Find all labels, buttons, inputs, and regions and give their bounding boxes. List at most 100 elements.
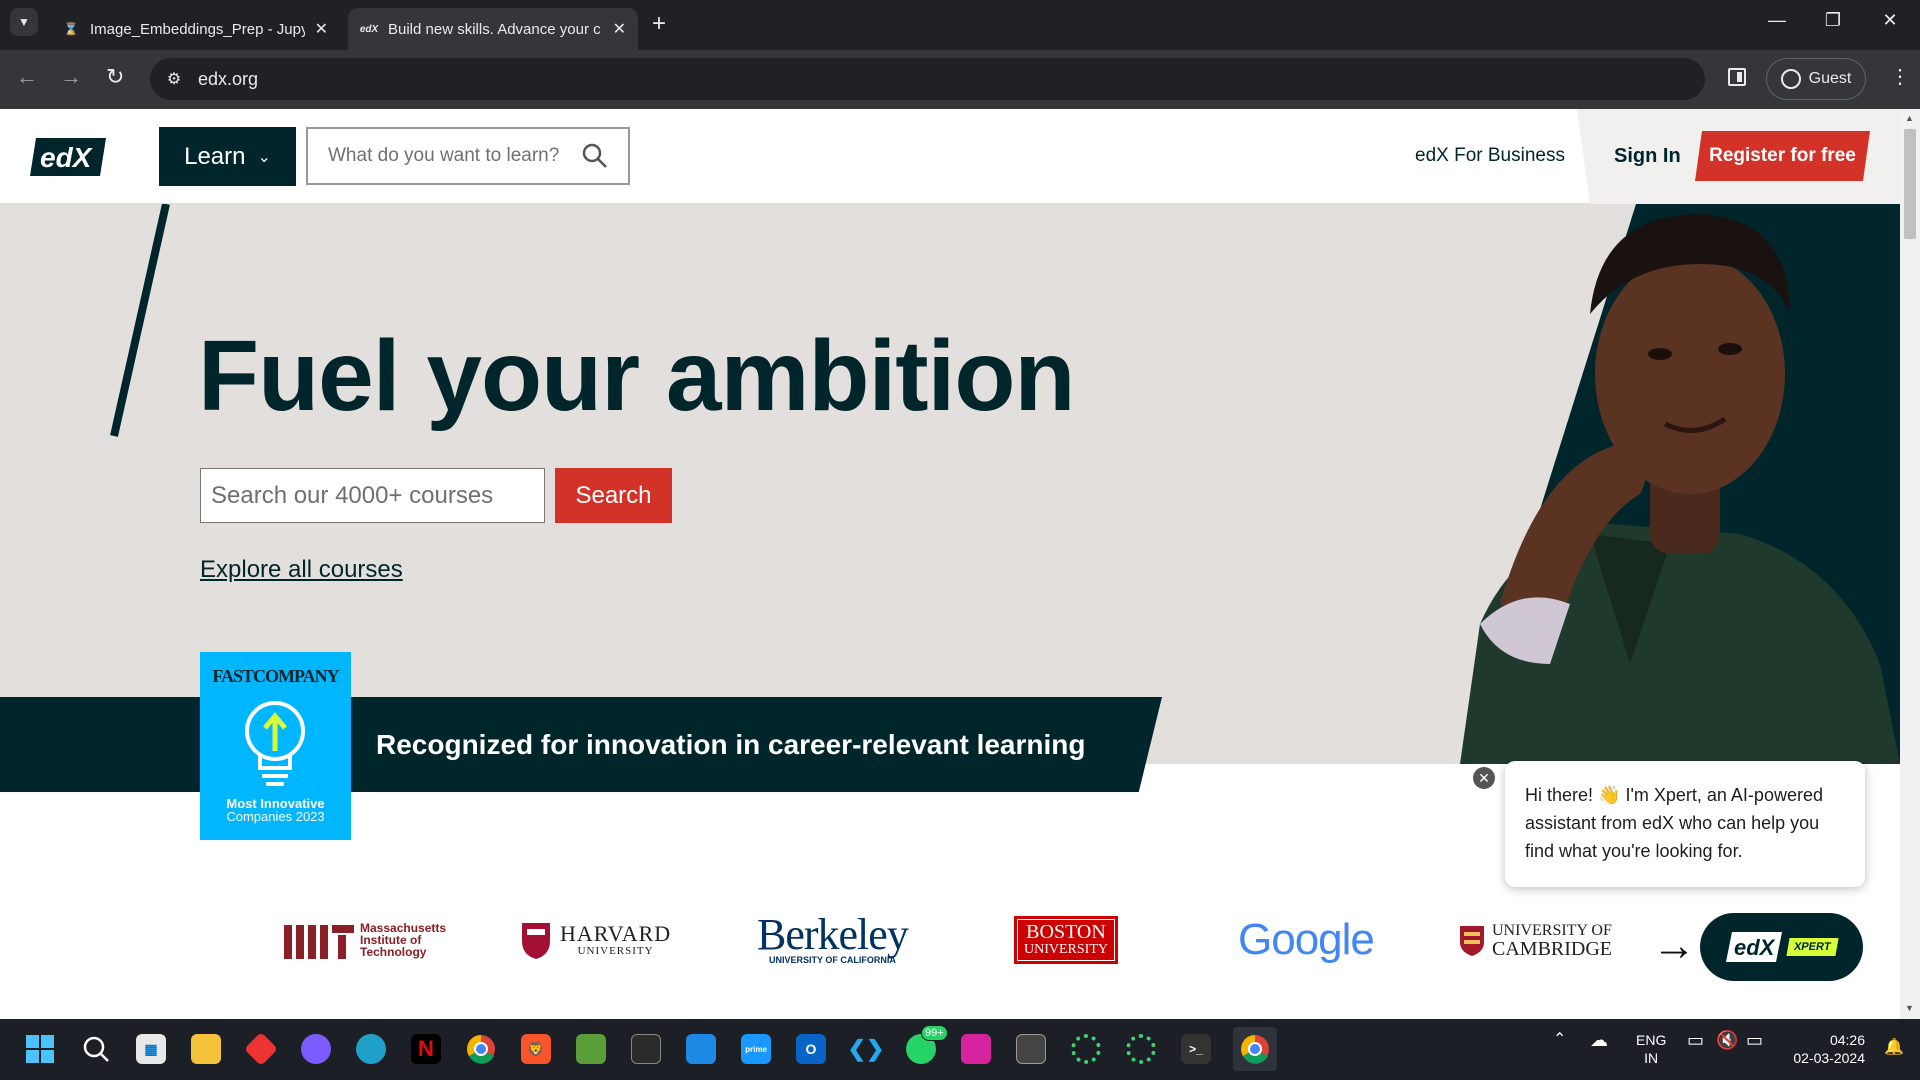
search-icon[interactable] — [582, 143, 608, 169]
restore-button[interactable]: ❐ — [1810, 10, 1856, 31]
hero-search-input[interactable]: Search our 4000+ courses — [200, 468, 545, 523]
site-header: edX Learn ⌄ What do you want to learn? e… — [0, 109, 1900, 204]
close-window-button[interactable]: ✕ — [1867, 10, 1913, 31]
clock[interactable]: 04:26 02-03-2024 — [1785, 1031, 1865, 1067]
arrow-right-icon: → — [1652, 921, 1696, 970]
web-page: Fuel your ambition Search our 4000+ cour… — [0, 109, 1900, 1019]
terminal2-icon[interactable]: >_ — [1178, 1031, 1214, 1067]
mit-logo[interactable]: Massachusetts Institute of Technology — [284, 910, 446, 970]
explore-all-courses-link[interactable]: Explore all courses — [200, 556, 403, 584]
tray-chevron-icon[interactable]: ⌃ — [1553, 1031, 1566, 1049]
chat-close-button[interactable]: ✕ — [1473, 767, 1495, 789]
learn-menu-button[interactable]: Learn ⌄ — [159, 127, 296, 186]
scroll-up-icon[interactable]: ▲ — [1905, 113, 1914, 123]
lang-line1: ENG — [1636, 1032, 1667, 1048]
more-menu-icon[interactable]: ⋮ — [1890, 64, 1910, 89]
profile-button[interactable]: Guest — [1766, 58, 1866, 100]
reload-button[interactable]: ↻ — [106, 64, 124, 90]
whatsapp-icon[interactable]: 99+ — [903, 1025, 948, 1067]
volume-muted-icon[interactable]: 🔇 — [1716, 1031, 1738, 1049]
edx-for-business-link[interactable]: edX For Business — [1415, 145, 1565, 167]
logo-text: edX — [40, 142, 94, 173]
berkeley-logo[interactable]: Berkeley UNIVERSITY OF CALIFORNIA — [757, 910, 909, 970]
xpert-chat-button[interactable]: edX XPERT — [1700, 913, 1863, 981]
hero-slash-decoration — [110, 203, 170, 437]
register-button[interactable]: Register for free — [1695, 131, 1870, 181]
tab-search-button[interactable]: ▼ — [10, 8, 38, 36]
battery-icon[interactable]: ▭ — [1746, 1031, 1763, 1049]
sign-in-link[interactable]: Sign In — [1614, 145, 1681, 168]
edge-icon[interactable] — [353, 1031, 389, 1067]
cambridge-logo[interactable]: UNIVERSITY OF CAMBRIDGE — [1458, 910, 1612, 970]
cambridge-sub: CAMBRIDGE — [1492, 938, 1613, 960]
brave-icon[interactable]: 🦁 — [518, 1031, 554, 1067]
search-icon[interactable] — [78, 1031, 114, 1067]
chevron-down-icon: ⌄ — [257, 148, 271, 166]
vscode-icon[interactable]: ❮❯ — [848, 1031, 884, 1067]
header-search-input[interactable]: What do you want to learn? — [306, 127, 630, 185]
tab-title: Build new skills. Advance your c — [388, 20, 601, 38]
netflix-icon[interactable]: N — [408, 1031, 444, 1067]
prime-video-icon[interactable]: prime — [738, 1031, 774, 1067]
bu-name: BOSTON — [1026, 921, 1106, 943]
instagram-icon[interactable] — [958, 1031, 994, 1067]
app-ring2-icon[interactable] — [1123, 1031, 1159, 1067]
back-button[interactable]: ← — [16, 64, 38, 90]
edx-logo-icon: edX — [1726, 932, 1783, 962]
close-icon[interactable]: ✕ — [613, 19, 626, 39]
start-icon[interactable] — [22, 1031, 58, 1067]
header-search-placeholder: What do you want to learn? — [328, 145, 560, 166]
outlook-icon[interactable]: O — [793, 1031, 829, 1067]
new-tab-button[interactable]: + — [652, 10, 666, 38]
hero-person-image — [1440, 204, 1900, 764]
store-icon[interactable]: ▦ — [133, 1031, 169, 1067]
tab-edx[interactable]: edX Build new skills. Advance your c ✕ — [348, 8, 638, 50]
language-indicator[interactable]: ENG IN — [1636, 1031, 1666, 1067]
hero-search-placeholder: Search our 4000+ courses — [211, 481, 494, 509]
xpert-chat-bubble: Hi there! 👋 I'm Xpert, an AI-powered ass… — [1505, 761, 1865, 887]
award-brand: FASTCOMPANY — [212, 666, 339, 686]
onedrive-icon[interactable]: ☁ — [1590, 1031, 1608, 1049]
close-icon[interactable]: ✕ — [315, 19, 328, 39]
app-green-icon[interactable] — [573, 1031, 609, 1067]
chrome-active-icon[interactable] — [1233, 1027, 1277, 1071]
scroll-down-icon[interactable]: ▼ — [1905, 1003, 1914, 1013]
hourglass-icon: ⌛ — [63, 22, 79, 36]
mit-line3: Technology — [360, 945, 427, 959]
app-ring-icon[interactable] — [1068, 1031, 1104, 1067]
windows-taskbar: ▦ N 🦁 prime O ❮❯ 99+ >_ ⌃ ☁ ENG IN ▭ 🔇 ▭… — [0, 1019, 1920, 1080]
cambridge-crest-icon — [1460, 926, 1484, 956]
harvard-sub: UNIVERSITY — [577, 945, 654, 957]
scrollbar-thumb[interactable] — [1904, 129, 1916, 239]
app-gray-icon[interactable] — [1013, 1031, 1049, 1067]
boston-university-logo[interactable]: BOSTON UNIVERSITY — [1014, 910, 1118, 970]
browser-chrome: ▼ ⌛ Image_Embeddings_Prep - Jupy ✕ edX B… — [0, 0, 1920, 109]
tab-strip: ▼ ⌛ Image_Embeddings_Prep - Jupy ✕ edX B… — [0, 0, 1920, 50]
google-logo[interactable]: Google — [1238, 910, 1375, 970]
harvard-logo[interactable]: HARVARD UNIVERSITY — [520, 910, 671, 970]
network-icon[interactable]: ▭ — [1687, 1031, 1704, 1049]
page-scrollbar[interactable]: ▲ ▼ — [1900, 109, 1920, 1019]
hero-search-button[interactable]: Search — [555, 468, 672, 523]
minimize-button[interactable]: — — [1754, 10, 1800, 31]
url-text: edx.org — [198, 68, 259, 89]
lang-line2: IN — [1644, 1050, 1659, 1066]
app-blue-icon[interactable] — [683, 1031, 719, 1067]
notification-bell-icon[interactable]: 🔔 — [1884, 1039, 1904, 1057]
google-name: Google — [1238, 915, 1375, 964]
app-red-icon[interactable] — [243, 1031, 279, 1067]
tab-jupyter[interactable]: ⌛ Image_Embeddings_Prep - Jupy ✕ — [50, 8, 340, 50]
edx-logo[interactable]: edX — [30, 134, 106, 179]
forward-button[interactable]: → — [60, 64, 82, 90]
address-bar[interactable]: ⚙ edx.org — [150, 58, 1705, 100]
side-panel-icon[interactable] — [1728, 68, 1746, 86]
berkeley-name: Berkeley — [757, 910, 909, 959]
site-info-icon[interactable]: ⚙ — [150, 69, 198, 89]
file-explorer-icon[interactable] — [188, 1031, 224, 1067]
terminal-icon[interactable] — [628, 1031, 664, 1067]
close-icon: ✕ — [1478, 769, 1490, 786]
learn-label: Learn — [184, 142, 246, 170]
app-purple-icon[interactable] — [298, 1031, 334, 1067]
chrome-icon[interactable] — [463, 1031, 499, 1067]
bu-sub: UNIVERSITY — [1024, 942, 1108, 957]
